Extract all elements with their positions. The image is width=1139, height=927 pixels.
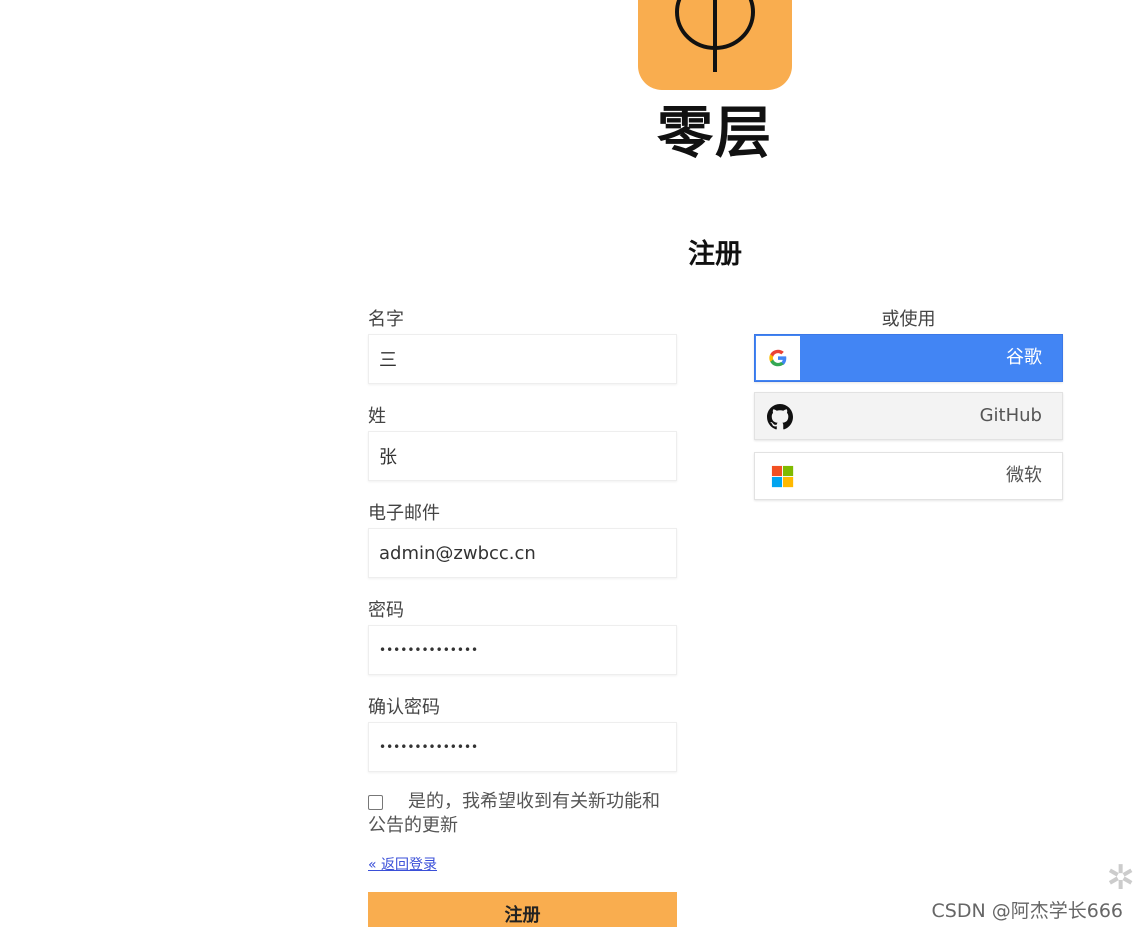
- first-name-label: 名字: [368, 309, 404, 330]
- register-button[interactable]: 注册: [368, 892, 677, 927]
- confirm-password-field[interactable]: [368, 722, 677, 772]
- back-to-login-link[interactable]: « 返回登录: [368, 854, 437, 874]
- last-name-label: 姓: [368, 406, 386, 427]
- alternative-login-title: 或使用: [881, 309, 936, 330]
- page-title: 注册: [688, 239, 742, 270]
- google-login-button[interactable]: 谷歌: [754, 334, 1063, 382]
- watermark-logo-icon: ✲: [1106, 858, 1136, 898]
- email-label: 电子邮件: [368, 503, 440, 524]
- github-button-label: GitHub: [979, 405, 1042, 426]
- microsoft-icon: [771, 465, 794, 488]
- github-icon: [767, 404, 793, 430]
- email-field[interactable]: [368, 528, 677, 578]
- brand-name: 零层: [657, 101, 773, 166]
- confirm-password-label: 确认密码: [368, 697, 440, 718]
- password-label: 密码: [368, 600, 404, 621]
- github-login-button[interactable]: GitHub: [754, 392, 1063, 440]
- first-name-field[interactable]: [368, 334, 677, 384]
- brand-logo: [638, 0, 792, 90]
- last-name-field[interactable]: [368, 431, 677, 481]
- password-field[interactable]: [368, 625, 677, 675]
- consent-label: 是的，我希望收到有关新功能和公告的更新: [368, 791, 660, 836]
- signup-page: 零层 注册 名字 姓 电子邮件 密码 确认密码 是的，我希望收到有关新功能和公告…: [0, 0, 1139, 927]
- google-button-label: 谷歌: [1006, 347, 1042, 368]
- microsoft-button-label: 微软: [1006, 465, 1042, 486]
- google-icon: [769, 349, 787, 367]
- google-icon-wrap: [756, 336, 800, 380]
- csdn-watermark: CSDN @阿杰学长666: [931, 900, 1123, 922]
- phi-logo-icon: [675, 0, 755, 72]
- microsoft-login-button[interactable]: 微软: [754, 452, 1063, 500]
